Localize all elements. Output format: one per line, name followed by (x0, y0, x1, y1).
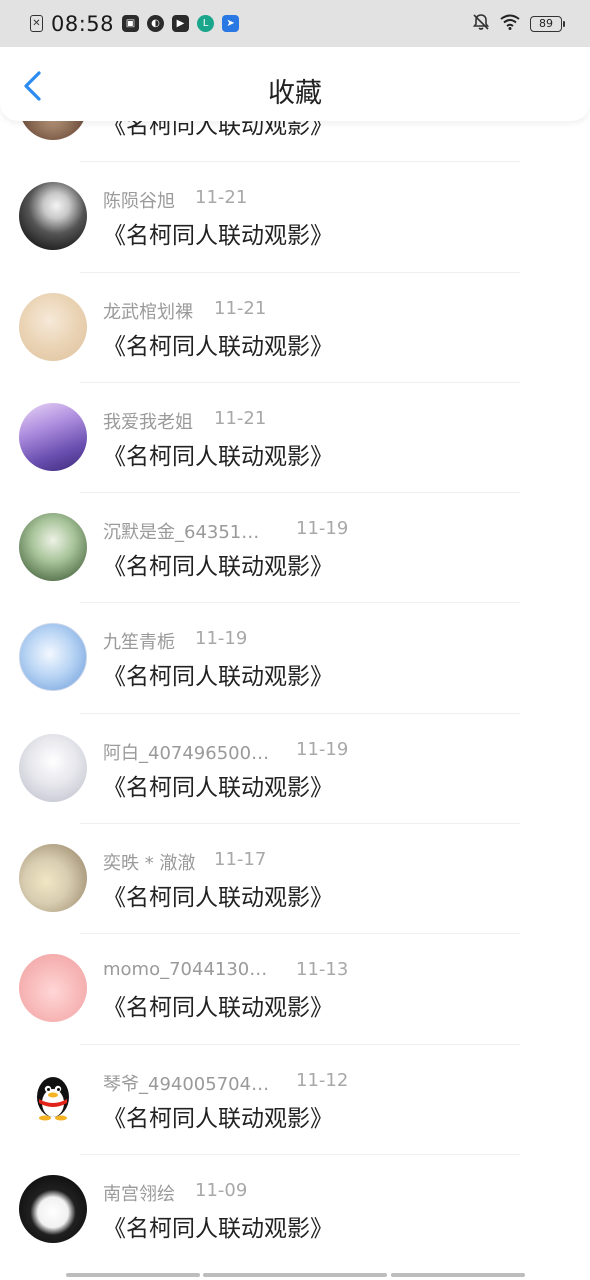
home-indicator (391, 1273, 525, 1277)
wifi-icon (500, 14, 520, 34)
item-title: 《名柯同人联动观影》 (103, 1215, 333, 1242)
home-indicator (66, 1273, 200, 1277)
item-date: 11-21 (195, 187, 248, 209)
item-date: 11-12 (296, 1069, 349, 1091)
avatar (19, 1064, 87, 1133)
status-bar: ✕ 08:58 ▣ ◐ ▶ L ➤ 89 (0, 0, 590, 47)
sim-icon: ✕ (30, 15, 43, 32)
item-user: 九笙青栀 (103, 632, 175, 654)
page-title: 收藏 (268, 78, 322, 109)
item-user: 我爱我老姐 (103, 411, 193, 433)
play-icon: ▶ (172, 15, 190, 32)
item-title: 《名柯同人联动观影》 (103, 223, 333, 250)
list-item[interactable]: momo_7044130… 11-13 《名柯同人联动观影》 (0, 934, 590, 1045)
item-date: 11-19 (296, 518, 349, 540)
item-title: 《名柯同人联动观影》 (103, 333, 333, 360)
item-user: 阿白_407496500… (103, 742, 270, 764)
avatar (19, 844, 87, 913)
list-item[interactable]: 奕昳 * 澈澈 11-17 《名柯同人联动观影》 (0, 824, 590, 935)
item-title: 《名柯同人联动观影》 (103, 664, 333, 691)
item-date: 11-09 (195, 1179, 248, 1201)
item-title: 《名柯同人联动观影》 (103, 995, 333, 1022)
item-user: 沉默是金_64351… (103, 522, 260, 544)
battery-icon: 89 (530, 15, 565, 32)
item-user: 南宫翎绘 (103, 1183, 175, 1205)
list-item[interactable]: 龙武棺划裸 11-21 《名柯同人联动观影》 (0, 273, 590, 383)
avatar (19, 623, 87, 692)
avatar (19, 733, 87, 802)
item-user: momo_7044130… (103, 959, 268, 981)
favorites-list: 《名柯同人联动观影》 陈陨谷旭 11-21 《名柯同人联动观影》 龙武棺划裸 1… (0, 52, 590, 1265)
item-title: 《名柯同人联动观影》 (103, 1105, 333, 1132)
list-item[interactable]: 南宫翎绘 11-09 《名柯同人联动观影》 (0, 1155, 590, 1265)
item-date: 11-21 (214, 297, 267, 319)
item-date: 11-17 (214, 849, 267, 871)
mute-icon (472, 13, 490, 35)
avatar (19, 292, 87, 361)
header: 收藏 (0, 47, 590, 121)
avatar (19, 1174, 87, 1243)
home-indicator (203, 1273, 387, 1277)
avatar (19, 954, 87, 1023)
item-date: 11-19 (296, 738, 349, 760)
item-user: 龙武棺划裸 (103, 301, 193, 323)
item-user: 陈陨谷旭 (103, 191, 175, 213)
item-user: 琴爷_494005704… (103, 1073, 270, 1095)
compass-icon: ◐ (147, 15, 165, 32)
item-title: 《名柯同人联动观影》 (103, 554, 333, 581)
avatar (19, 513, 87, 582)
list-item[interactable]: 阿白_407496500… 11-19 《名柯同人联动观影》 (0, 714, 590, 825)
list-item[interactable]: 我爱我老姐 11-21 《名柯同人联动观影》 (0, 383, 590, 494)
app-icon-1: ▣ (122, 15, 140, 32)
list-item[interactable]: 琴爷_494005704… 11-12 《名柯同人联动观影》 (0, 1045, 590, 1155)
avatar (19, 182, 87, 251)
blue-app-icon: ➤ (222, 15, 240, 32)
teal-app-icon: L (197, 15, 215, 32)
avatar (19, 402, 87, 471)
item-user: 奕昳 * 澈澈 (103, 853, 196, 875)
item-date: 11-21 (214, 407, 267, 429)
item-title: 《名柯同人联动观影》 (103, 885, 333, 912)
item-title: 《名柯同人联动观影》 (103, 774, 333, 801)
status-time: 08:58 (51, 11, 115, 36)
item-title: 《名柯同人联动观影》 (103, 443, 333, 470)
list-item[interactable]: 陈陨谷旭 11-21 《名柯同人联动观影》 (0, 162, 590, 273)
item-date: 11-19 (195, 628, 248, 650)
list-item[interactable]: 九笙青栀 11-19 《名柯同人联动观影》 (0, 603, 590, 714)
list-item[interactable]: 沉默是金_64351… 11-19 《名柯同人联动观影》 (0, 493, 590, 604)
penguin-icon (37, 1076, 69, 1121)
item-date: 11-13 (296, 959, 349, 981)
